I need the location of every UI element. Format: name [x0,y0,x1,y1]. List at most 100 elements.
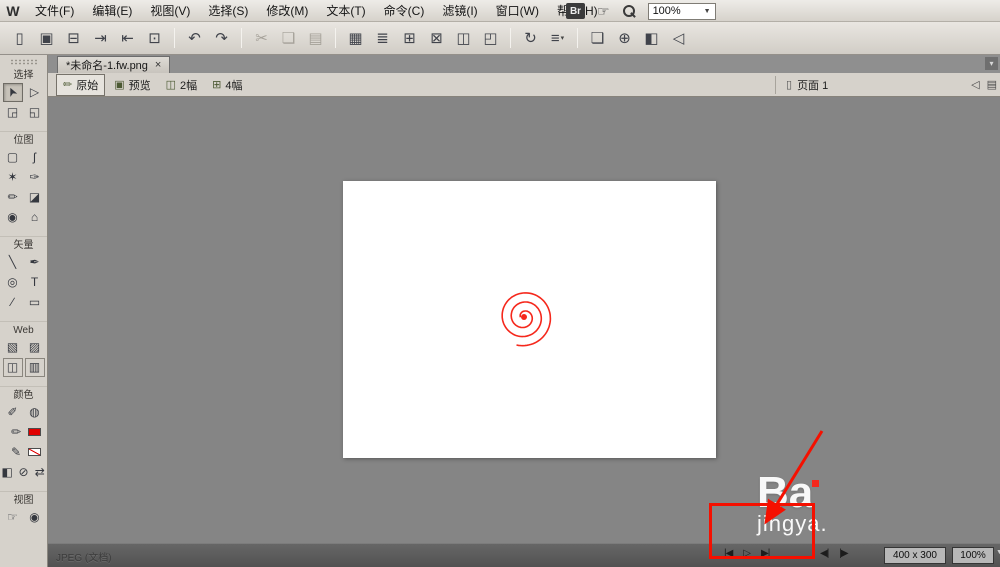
line-tool[interactable]: ╲ [3,253,23,272]
menu-view[interactable]: 视图(V) [141,0,199,22]
rubber-stamp-tool[interactable]: ⌂ [25,208,45,227]
align-center-icon[interactable]: ⊠ [424,27,449,49]
snap-to-grid-icon[interactable]: ▦ [343,27,368,49]
paint-bucket-tool[interactable]: ◍ [25,403,45,422]
swap-colors-button[interactable]: ⇄ [33,463,47,482]
save-icon[interactable]: ▣ [34,27,59,49]
fill-color-well-swatch[interactable] [28,448,41,456]
cut-icon[interactable]: ✂ [249,27,274,49]
pencil-tool[interactable]: ✏ [3,188,23,207]
marquee-tool[interactable]: ▢ [3,148,23,167]
tab-scroll-button[interactable]: ▾ [985,57,998,70]
document-canvas[interactable] [343,181,716,458]
view-mode-two-up[interactable]: ◫2幅 [160,74,204,96]
subselection-tool[interactable]: ▷ [25,83,45,102]
marquee-icon: ▢ [7,150,18,164]
statusbar-zoom-field[interactable]: 100% [952,547,994,564]
import-icon[interactable]: ⇥ [88,27,113,49]
window-logo: W [0,3,26,19]
default-colors-button[interactable]: ◧ [0,463,14,482]
zoom-level-select[interactable]: 100% ▼ [648,3,716,20]
menu-filters[interactable]: 滤镜(I) [433,0,486,22]
next-frame-button[interactable]: |▶ [839,548,847,559]
redo-icon[interactable]: ↷ [209,27,234,49]
view-mode-preview[interactable]: ▣预览 [108,74,156,96]
zoom-dropdown-icon[interactable]: ▼ [996,549,1000,556]
panel-grip[interactable] [10,59,37,65]
symbol-library-icon[interactable]: ⊕ [612,27,637,49]
document-tab[interactable]: *未命名-1.fw.png × [57,56,170,73]
stroke-color-well[interactable]: ✏ [6,423,26,442]
scale-tool[interactable]: ◲ [3,103,23,122]
arrange-icon[interactable]: ≡▾ [545,27,570,49]
menu-select[interactable]: 选择(S) [199,0,257,22]
panel-grid-icon[interactable]: ▤ [987,78,997,91]
lasso-tool[interactable]: ʃ [25,148,45,167]
text-tool[interactable]: T [25,273,45,292]
hotspot-tool[interactable]: ▧ [3,338,23,357]
zoom-tool[interactable]: ◉ [25,508,45,527]
shape-tool[interactable]: ▭ [25,293,45,312]
bridge-icon[interactable]: Br [566,3,585,19]
default-colors-icon: ◧ [1,465,12,479]
brush-tool[interactable]: ✑ [25,168,45,187]
preview-in-browser-icon[interactable]: ⊡ [142,27,167,49]
close-icon[interactable]: × [155,59,161,71]
menu-modify[interactable]: 修改(M) [257,0,317,22]
duplicate-page-icon[interactable]: ❏ [585,27,610,49]
align-top-icon[interactable]: ◰ [478,27,503,49]
align-right-icon[interactable]: ◫ [451,27,476,49]
flip-vertical-icon[interactable]: ◁ [666,27,691,49]
new-document-icon[interactable]: ▯ [7,27,32,49]
pointer-tool[interactable]: ➤ [3,83,23,102]
paste-icon[interactable]: ▤ [303,27,328,49]
spiral-path[interactable] [502,293,550,346]
eyedropper-tool[interactable]: ✐ [3,403,23,422]
rotate-icon[interactable]: ↻ [518,27,543,49]
flip-horizontal-icon[interactable]: ◧ [639,27,664,49]
panel-collapse-icon[interactable]: ◁ [971,78,979,91]
polygon-slice-tool[interactable]: ▥ [25,358,45,377]
view-mode-preview-icon: ▣ [114,78,124,91]
menu-window[interactable]: 窗口(W) [487,0,548,22]
eraser-tool[interactable]: ◪ [25,188,45,207]
hand-tool[interactable]: ☞ [3,508,23,527]
fill-color-well[interactable]: ✎ [6,443,26,462]
slice-tool[interactable]: ◫ [3,358,23,377]
polygon-hotspot-tool[interactable]: ▨ [25,338,45,357]
page-indicator[interactable]: ▯ 页面 1 [775,76,828,94]
freeform-tool[interactable]: ◎ [3,273,23,292]
crop-tool[interactable]: ◱ [25,103,45,122]
tools-panel: 选择➤▷◲◱位图▢ʃ✶✑✏◪◉⌂矢量╲✒◎T∕▭Web▧▨◫▥颜色✐◍✏✎◧⊘⇄… [0,55,48,567]
magic-wand-tool[interactable]: ✶ [3,168,23,187]
knife-icon: ∕ [11,295,13,309]
scale-icon: ◲ [7,105,18,119]
print-icon[interactable]: ⊟ [61,27,86,49]
tool-row: ✏ [0,422,47,442]
canvas-spiral [343,181,716,458]
pen-tool[interactable]: ✒ [25,253,45,272]
export-icon[interactable]: ⇤ [115,27,140,49]
blur-tool[interactable]: ◉ [3,208,23,227]
magnifier-icon[interactable] [622,4,636,18]
knife-tool[interactable]: ∕ [3,293,23,312]
stroke-color-icon: ✏ [11,425,21,439]
view-mode-original[interactable]: ✏原始 [56,74,105,96]
menu-file[interactable]: 文件(F) [26,0,83,22]
menu-edit[interactable]: 编辑(E) [83,0,141,22]
menu-commands[interactable]: 命令(C) [375,0,434,22]
hand-icon[interactable]: ☞ [597,3,610,20]
distribute-icon[interactable]: ≣ [370,27,395,49]
file-format-info: JPEG (文档) [56,549,112,564]
canvas-size-field[interactable]: 400 x 300 [884,547,946,564]
undo-icon[interactable]: ↶ [182,27,207,49]
previous-frame-button[interactable]: ◀| [820,548,828,559]
align-left-icon[interactable]: ⊞ [397,27,422,49]
spiral-center-dot[interactable] [521,314,527,320]
copy-icon[interactable]: ❏ [276,27,301,49]
stroke-color-well-swatch[interactable] [28,428,41,436]
no-color-button[interactable]: ⊘ [16,463,30,482]
fill-color-icon: ✎ [11,445,21,459]
menu-text[interactable]: 文本(T) [317,0,374,22]
view-mode-four-up[interactable]: ⊞4幅 [206,74,248,96]
